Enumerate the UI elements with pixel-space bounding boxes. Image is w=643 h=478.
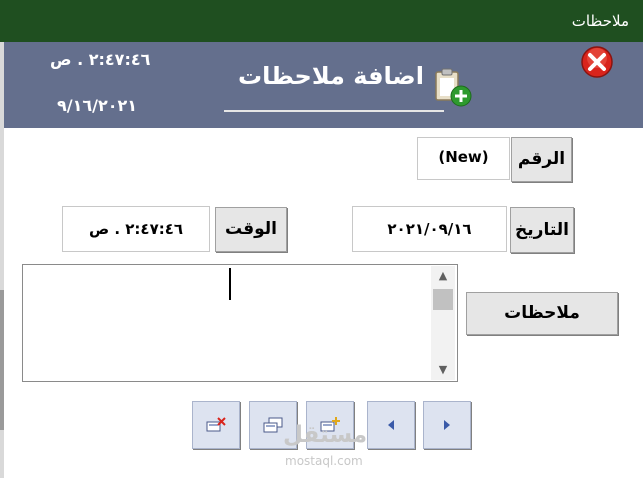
watermark-url: mostaql.com — [285, 454, 363, 468]
notes-label: ملاحظات — [466, 292, 618, 335]
delete-record-button[interactable] — [192, 401, 240, 449]
scroll-thumb[interactable] — [433, 289, 453, 310]
header-time: ٢:٤٧:٤٦ . ص — [50, 50, 151, 69]
watermark-logo: مستقل — [283, 422, 368, 448]
clipboard-add-icon — [432, 66, 474, 108]
delete-record-icon — [206, 417, 226, 432]
number-label: الرقم — [511, 137, 572, 182]
previous-record-button[interactable] — [367, 401, 415, 449]
time-field[interactable]: ٢:٤٧:٤٦ . ص — [62, 206, 210, 252]
header-date: ٩/١٦/٢٠٢١ — [57, 96, 138, 115]
left-edge-shadow — [0, 290, 4, 430]
number-field[interactable]: (New) — [417, 137, 510, 180]
notes-textarea[interactable] — [22, 264, 458, 382]
date-field[interactable]: ٢٠٢١/٠٩/١٦ — [352, 206, 507, 252]
close-icon — [581, 46, 613, 78]
arrow-left-icon — [388, 420, 394, 430]
title-underline — [224, 110, 444, 112]
scroll-up-icon[interactable]: ▲ — [431, 266, 455, 286]
scroll-down-icon[interactable]: ▼ — [431, 360, 455, 380]
close-button[interactable] — [578, 45, 616, 79]
save-record-icon — [263, 417, 283, 433]
arrow-right-icon — [444, 420, 450, 430]
time-label: الوقت — [215, 207, 287, 252]
next-record-button[interactable] — [423, 401, 471, 449]
text-caret — [229, 268, 231, 300]
date-label: التاريخ — [510, 207, 574, 253]
page-title: اضافة ملاحظات — [238, 62, 424, 90]
window-title: ملاحظات — [0, 0, 643, 42]
